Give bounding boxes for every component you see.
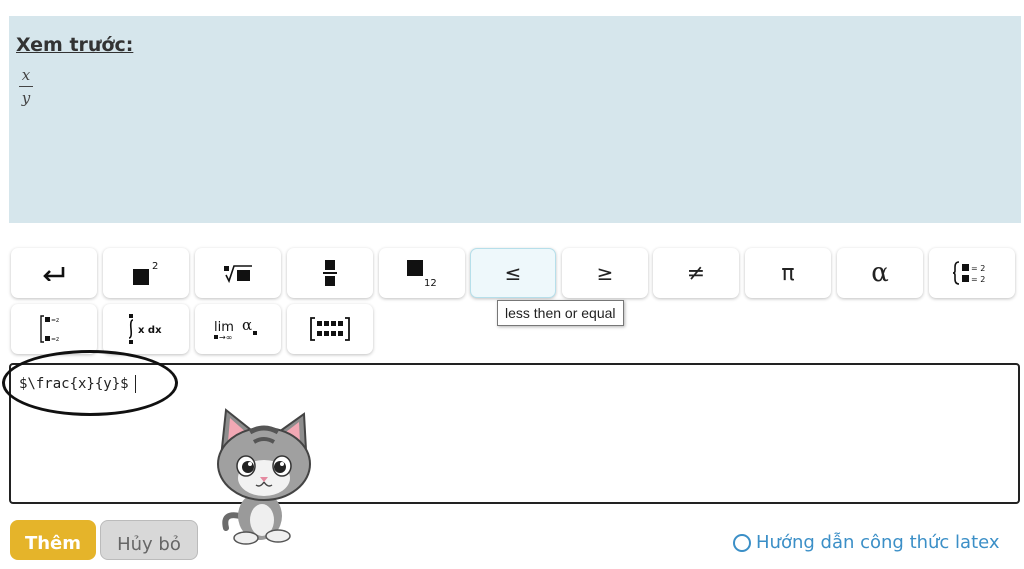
neq-symbol: ≠	[686, 260, 706, 286]
add-button[interactable]: Thêm	[10, 520, 96, 560]
svg-text:= 2: = 2	[971, 264, 985, 273]
pi-symbol: π	[781, 260, 795, 286]
svg-text:= 2: = 2	[971, 275, 985, 284]
svg-text:x dx: x dx	[138, 325, 162, 336]
cat-mascot-icon	[217, 408, 311, 545]
help-link-label: Hướng dẫn công thức latex	[756, 532, 1000, 553]
integral-icon: x dx	[128, 314, 162, 344]
text-caret	[134, 375, 136, 393]
fraction-icon	[323, 260, 337, 286]
latex-help-link[interactable]: Hướng dẫn công thức latex	[733, 532, 1000, 553]
preview-panel: Xem trước: x y	[9, 16, 1021, 223]
svg-text:→∞: →∞	[219, 333, 232, 342]
neq-button[interactable]: ≠	[653, 248, 739, 298]
nth-root-icon	[224, 265, 252, 284]
latex-editor[interactable]: $\frac{x}{y}$	[9, 363, 1020, 504]
alpha-symbol: α	[871, 258, 889, 288]
svg-text:=z: =z	[51, 317, 59, 324]
subscript-button[interactable]: 12	[379, 248, 465, 298]
enter-icon	[43, 267, 65, 281]
leq-button[interactable]: ≤	[470, 248, 556, 298]
pi-button[interactable]: π	[745, 248, 831, 298]
integral-button[interactable]: x dx	[103, 304, 189, 354]
leq-symbol: ≤	[504, 261, 522, 285]
limit-icon: lim →∞ α	[214, 316, 257, 342]
editor-value: $\frac{x}{y}$	[19, 376, 129, 392]
fraction-denominator: y	[21, 89, 31, 107]
cases-button[interactable]: = 2 = 2	[929, 248, 1015, 298]
editor-content[interactable]: $\frac{x}{y}$	[19, 375, 136, 393]
superscript-button[interactable]: 2	[103, 248, 189, 298]
geq-symbol: ≥	[596, 261, 614, 285]
fraction-button[interactable]	[287, 248, 373, 298]
svg-text:α: α	[242, 316, 252, 334]
geq-button[interactable]: ≥	[562, 248, 648, 298]
svg-text:2: 2	[152, 261, 158, 272]
alpha-button[interactable]: α	[837, 248, 923, 298]
superscript-icon: 2	[133, 261, 158, 285]
enter-button[interactable]	[11, 248, 97, 298]
preview-fraction: x y	[19, 66, 33, 107]
cases-icon: = 2 = 2	[953, 261, 985, 285]
svg-text:=z: =z	[51, 336, 59, 343]
fraction-numerator: x	[21, 66, 31, 84]
nth-root-button[interactable]	[195, 248, 281, 298]
limit-button[interactable]: lim →∞ α	[195, 304, 281, 354]
bracket-matrix-icon: =z =z	[40, 315, 59, 343]
matrix-icon	[310, 317, 350, 341]
help-icon	[733, 534, 751, 552]
preview-title: Xem trước:	[16, 34, 134, 56]
fraction-bar	[19, 86, 33, 87]
bracket-matrix-button[interactable]: =z =z	[11, 304, 97, 354]
svg-text:12: 12	[424, 278, 437, 288]
subscript-icon: 12	[407, 260, 437, 288]
cancel-button[interactable]: Hủy bỏ	[100, 520, 198, 560]
matrix-button[interactable]	[287, 304, 373, 354]
tooltip: less then or equal	[497, 300, 624, 326]
